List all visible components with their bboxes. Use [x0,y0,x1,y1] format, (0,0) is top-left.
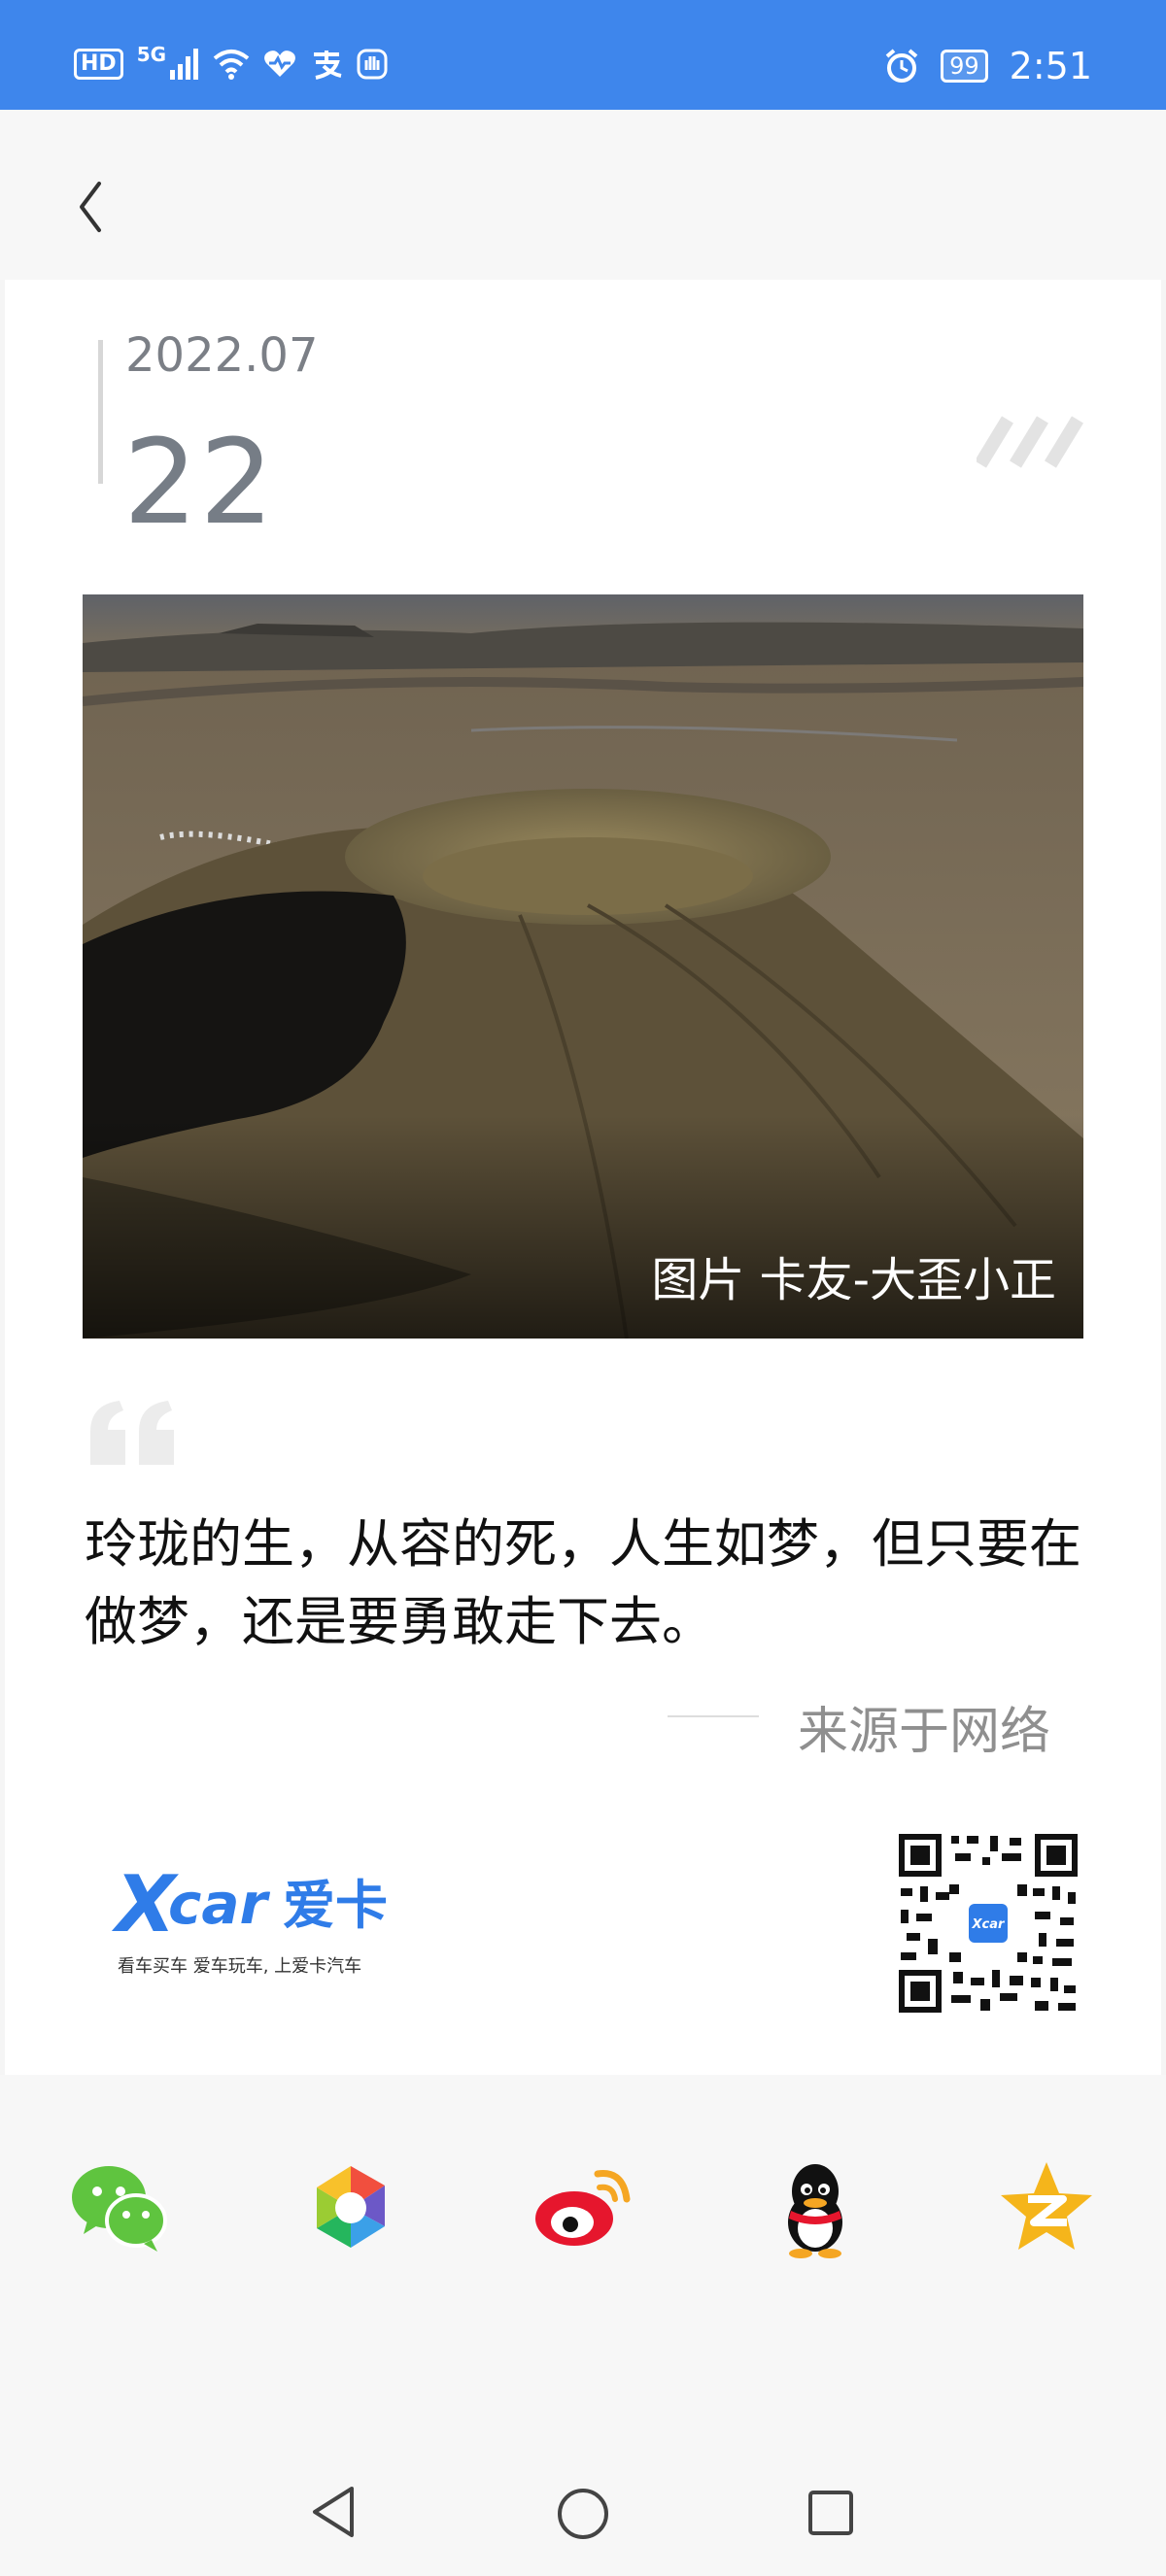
photo-caption: 图片 卡友-大歪小正 [651,1253,1056,1307]
alarm-icon [885,49,918,83]
quote-text: 玲珑的生，从容的死，人生如梦，但只要在做梦，还是要勇敢走下去。 [85,1513,1081,1652]
weibo-icon[interactable] [530,2154,636,2261]
volcano-photo: 图片 卡友-大歪小正 [83,594,1083,1339]
wifi-icon [213,50,250,80]
network-type: 5G [136,43,167,66]
nav-recents-icon[interactable] [805,2487,857,2539]
nav-back-icon[interactable] [307,2483,360,2541]
moments-icon[interactable] [297,2154,404,2261]
date-divider [98,340,103,484]
quote-mark-icon [90,1401,174,1465]
daily-quote-card: 2022.07 22 图片 卡友-大歪小正 玲珑的生，从容的死，人生如梦，但只要… [5,280,1161,2075]
svg-text:Xcar: Xcar [972,1917,1007,1932]
qq-icon[interactable] [762,2154,869,2261]
wechat-icon[interactable] [66,2154,173,2261]
brand-slogan: 看车买车 爱车玩车, 上爱卡汽车 [118,1956,362,1977]
quote-source: 来源于网络 [798,1703,1051,1761]
status-time: 2:51 [1009,45,1092,87]
status-bar: HD 5G 99 2:51 [0,0,1166,110]
alipay-icon [314,51,342,80]
signal-icon [170,49,199,80]
svg-text:car: car [168,1871,271,1937]
decorative-slashes-icon [977,416,1083,468]
status-left: HD 5G [74,43,388,80]
battery-indicator: 99 [941,50,988,83]
qzone-icon[interactable] [993,2154,1100,2261]
date-day: 22 [123,416,276,551]
health-icon [264,51,295,77]
hand-icon [357,49,388,80]
hd-badge: HD [74,49,123,80]
nav-home-icon[interactable] [554,2485,612,2543]
date-month: 2022.07 [125,328,319,383]
qr-code[interactable]: Xcar [897,1832,1080,2015]
svg-text:爱卡: 爱卡 [283,1875,388,1936]
status-right: 99 2:51 [884,45,1092,87]
system-nav-bar [0,2386,1166,2576]
volcano-image [83,594,1083,1339]
back-arrow-icon[interactable] [68,168,117,246]
source-divider [668,1715,759,1717]
share-bar [0,2075,1166,2386]
top-nav [0,110,1166,280]
